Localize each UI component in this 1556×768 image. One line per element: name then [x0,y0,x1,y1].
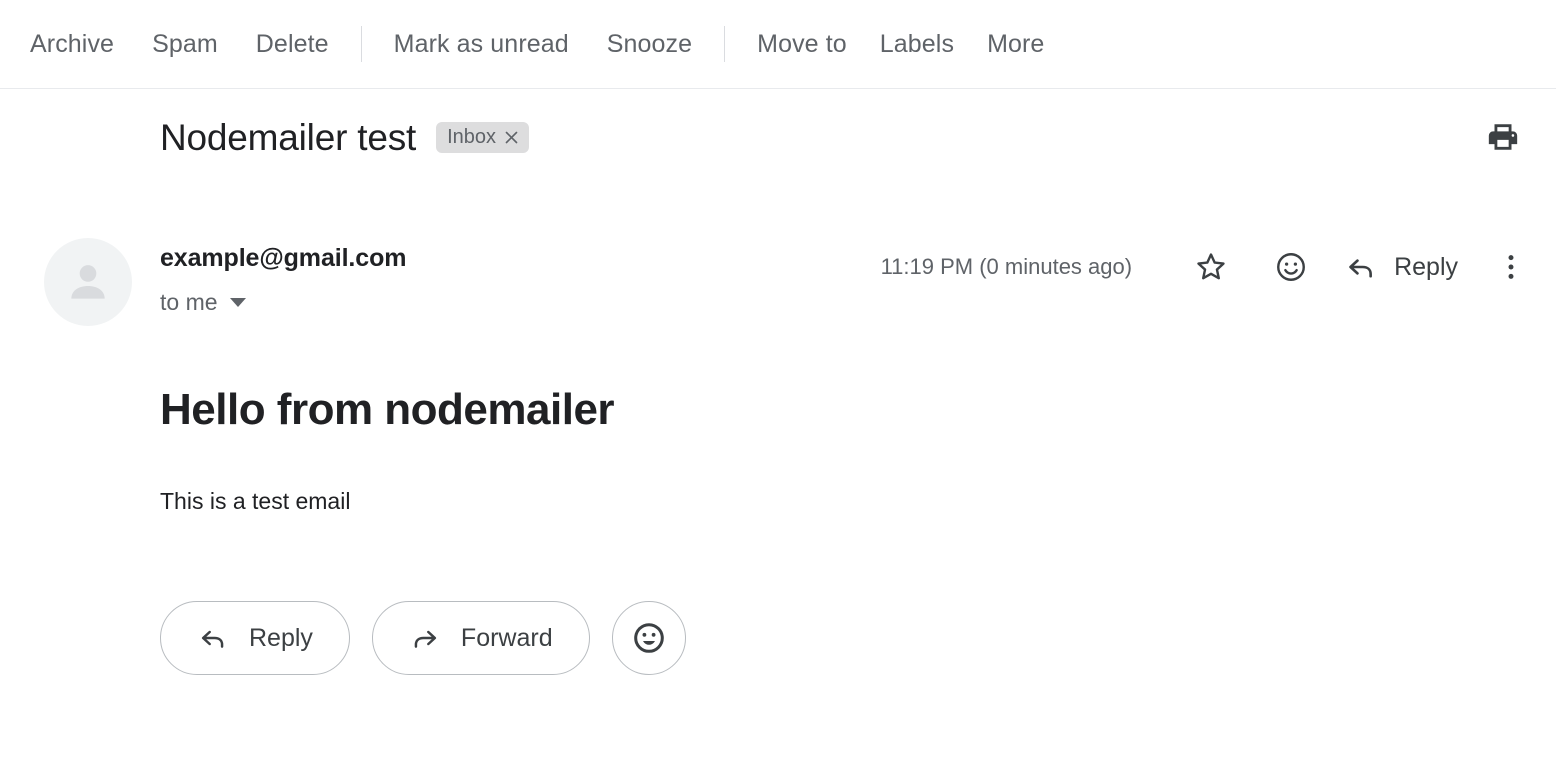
smiley-outline-icon [633,623,664,653]
forward-arrow-icon [414,630,437,648]
person-icon [71,265,105,299]
close-icon[interactable] [504,130,519,145]
toolbar-spam-button[interactable]: Spam [152,31,218,57]
reply-button[interactable]: Reply [160,601,350,675]
sender-row: example@gmail.com to me 11:19 PM (0 minu… [0,238,1556,326]
sender-email: example@gmail.com [160,244,407,272]
recipient-toggle[interactable]: to me [160,291,246,314]
reply-button-inline[interactable]: Reply [1344,250,1458,284]
reply-button-label: Reply [249,623,313,652]
toolbar-delete-button[interactable]: Delete [256,31,329,57]
reply-arrow-icon [201,630,224,648]
message-timestamp: 11:19 PM (0 minutes ago) [880,254,1133,279]
message-action-buttons: Reply Forward [160,601,1516,675]
message-actions: 11:19 PM (0 minutes ago) Reply [881,238,1528,284]
recipient-label: to me [160,289,218,315]
label-chip-label: Inbox [447,126,497,148]
message-text: This is a test email [160,488,351,514]
toolbar-more-button[interactable]: More [987,31,1044,57]
subject-row: Nodemailer test Inbox [0,89,1556,185]
sender-info: example@gmail.com to me [160,238,406,314]
toolbar-snooze-button[interactable]: Snooze [607,31,692,57]
print-icon[interactable] [1486,120,1520,154]
reply-label: Reply [1394,252,1458,281]
smiley-outline-icon[interactable] [1274,250,1308,284]
star-outline-icon[interactable] [1194,250,1228,284]
email-toolbar: Archive Spam Delete Mark as unread Snooz… [0,0,1556,89]
chevron-down-icon[interactable] [229,298,246,307]
message-body: Hello from nodemailer This is a test ema… [0,388,1556,675]
reply-arrow-icon [1349,259,1373,278]
toolbar-move-to-button[interactable]: Move to [757,31,847,57]
toolbar-archive-button[interactable]: Archive [30,31,114,57]
toolbar-labels-button[interactable]: Labels [880,31,954,57]
toolbar-mark-as-unread-button[interactable]: Mark as unread [394,31,569,57]
forward-button-label: Forward [460,623,553,652]
label-chip-inbox[interactable]: Inbox [436,121,530,153]
toolbar-divider [360,26,362,62]
avatar [44,238,132,326]
more-vert-icon[interactable] [1494,250,1528,284]
page-title: Nodemailer test [160,116,417,158]
forward-button[interactable]: Forward [371,601,590,675]
toolbar-divider [724,26,726,62]
message-heading: Hello from nodemailer [160,385,615,434]
emoji-react-button[interactable] [611,601,686,675]
